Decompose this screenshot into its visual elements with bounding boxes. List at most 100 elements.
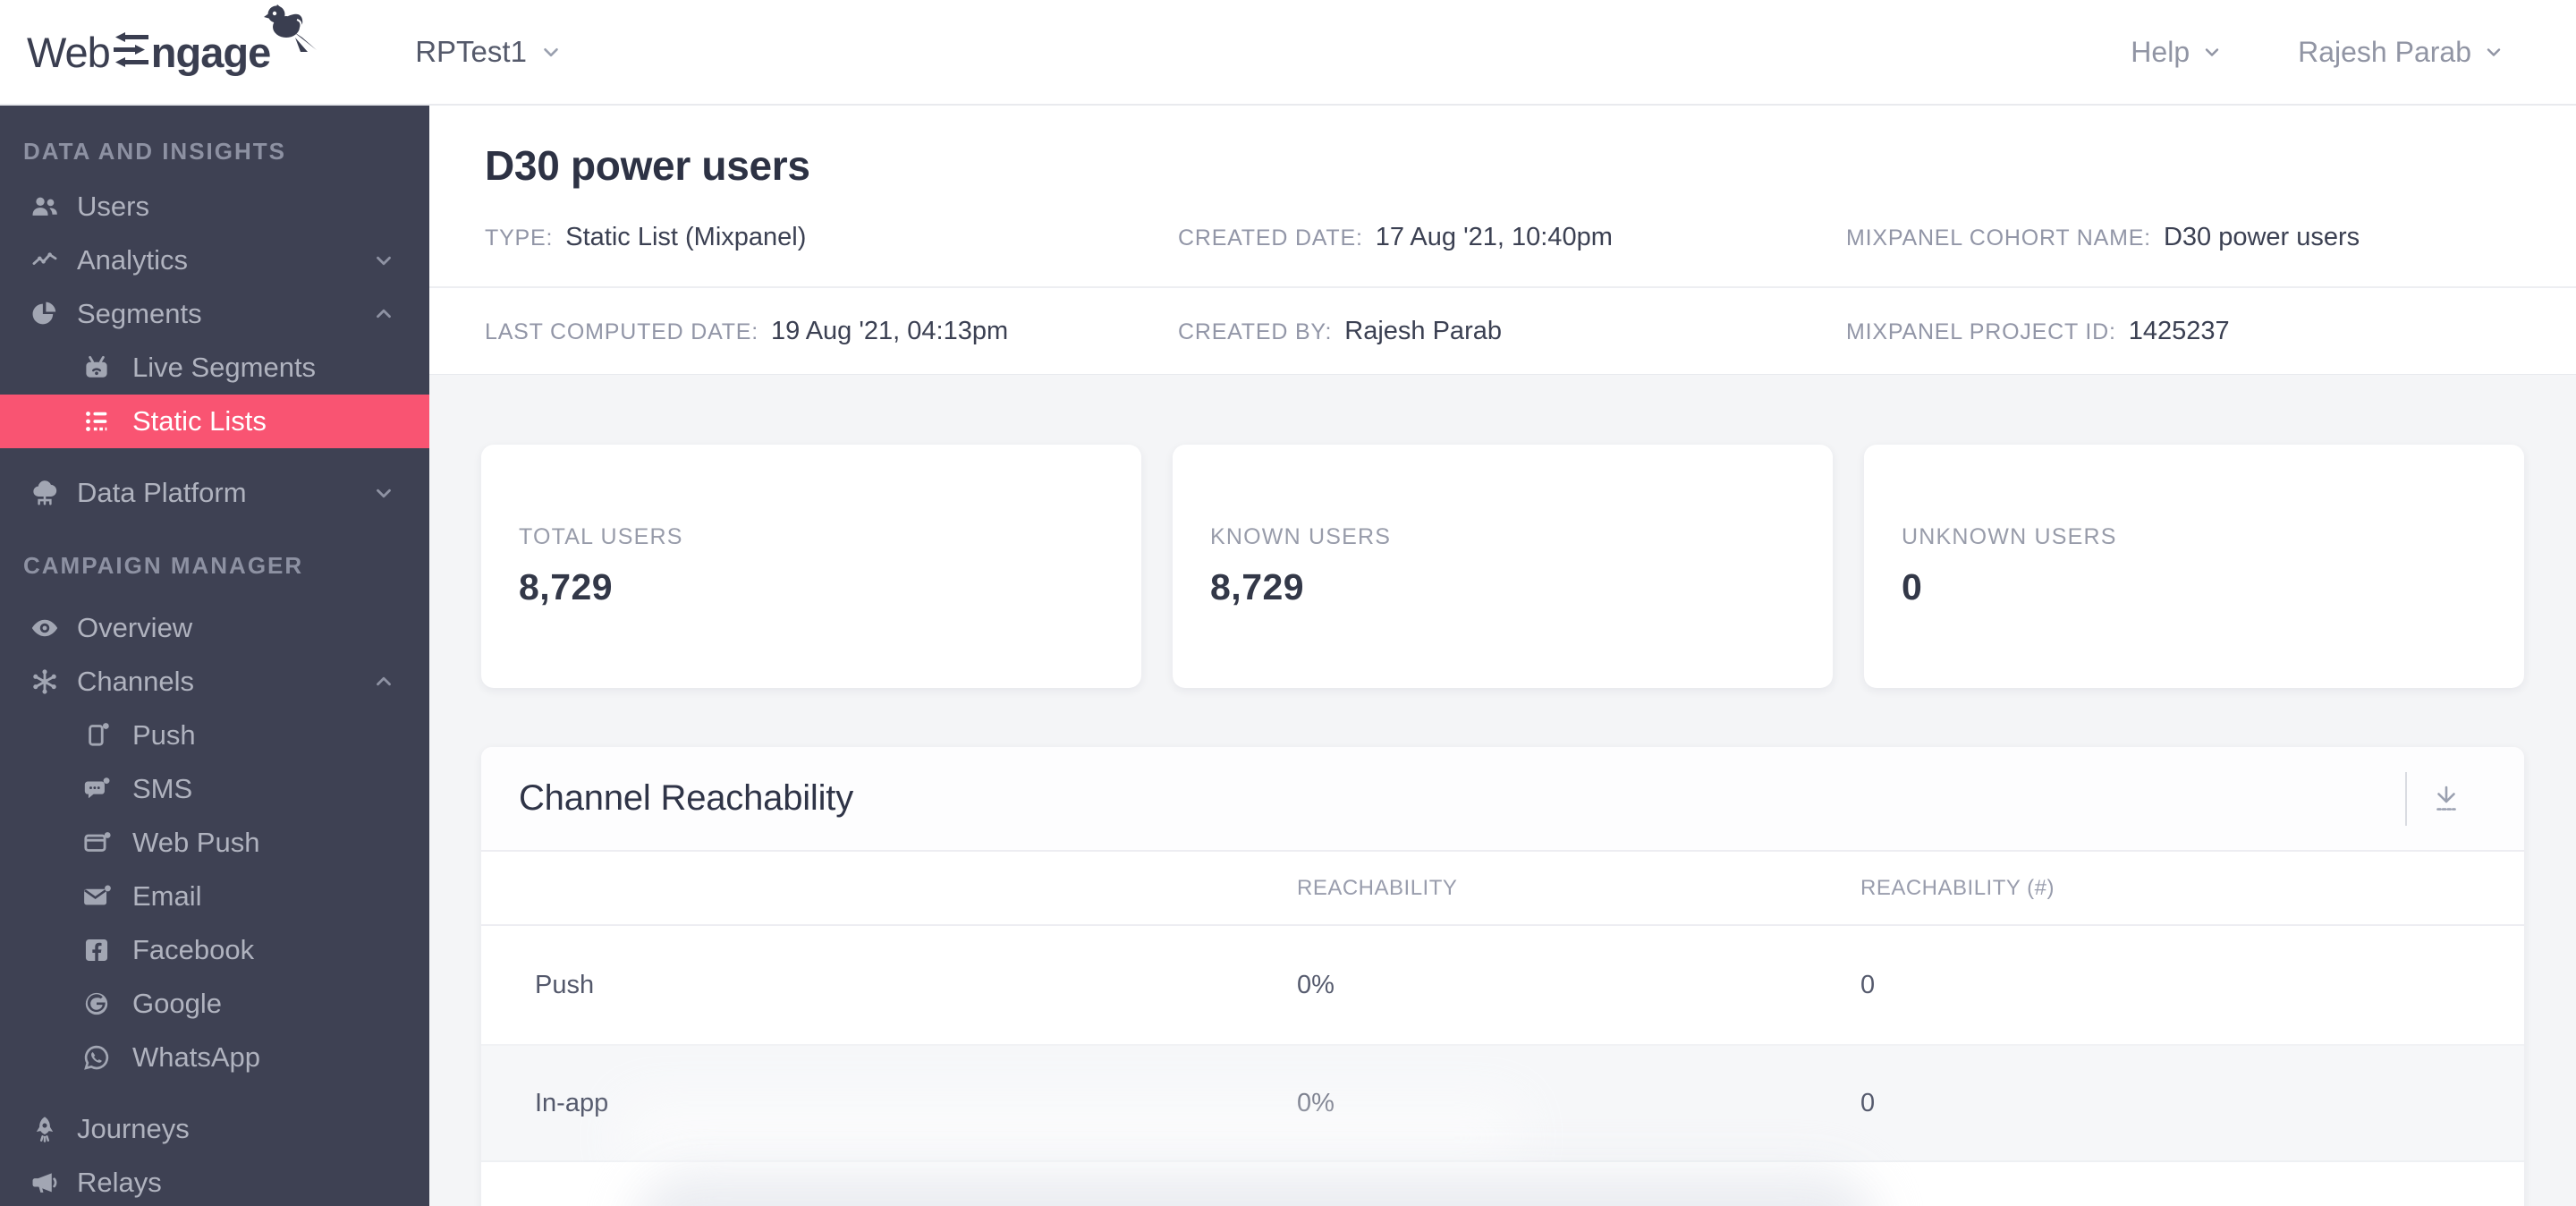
sidebar-item-label: SMS [132, 773, 193, 804]
sidebar-item-google[interactable]: Google [0, 977, 429, 1031]
sidebar-item-label: Static Lists [132, 405, 267, 437]
sidebar-item-label: Segments [77, 298, 202, 329]
chevron-down-icon [539, 40, 563, 64]
help-menu[interactable]: Help [2131, 36, 2223, 69]
stat-cards: TOTAL USERS 8,729 KNOWN USERS 8,729 UNKN… [481, 445, 2524, 688]
sidebar-item-relays[interactable]: Relays [0, 1156, 429, 1206]
meta-label: MIXPANEL PROJECT ID: [1846, 318, 2116, 344]
sidebar-item-label: Facebook [132, 934, 255, 965]
sidebar-item-users[interactable]: Users [0, 180, 429, 234]
sidebar-item-label: Email [132, 880, 202, 912]
logo-text-web: Web [27, 28, 111, 76]
sidebar-item-label: Data Platform [77, 477, 247, 508]
sidebar-item-web-push[interactable]: Web Push [0, 816, 429, 870]
facebook-icon [79, 932, 114, 968]
sidebar-item-live-segments[interactable]: Live Segments [0, 341, 429, 395]
user-name: Rajesh Parab [2298, 35, 2471, 68]
webengage-logo[interactable]: Web ngage [27, 0, 329, 104]
sidebar-item-email[interactable]: Email [0, 870, 429, 923]
sidebar-item-label: Overview [77, 612, 193, 643]
web-push-icon [79, 825, 114, 861]
logo-text-engage: ngage [150, 28, 271, 76]
meta-row-2: LAST COMPUTED DATE: 19 Aug '21, 04:13pm … [429, 286, 2576, 374]
page-header: D30 power users TYPE: Static List (Mixpa… [429, 106, 2576, 375]
divider [2405, 772, 2407, 826]
sms-icon [79, 771, 114, 807]
chevron-down-icon [372, 481, 395, 505]
sidebar-item-sms[interactable]: SMS [0, 762, 429, 816]
sidebar-item-data-platform[interactable]: Data Platform [0, 466, 429, 520]
sidebar-item-journeys[interactable]: Journeys [0, 1102, 429, 1156]
user-menu[interactable]: Rajesh Parab [2298, 36, 2504, 69]
sidebar-item-push[interactable]: Push [0, 709, 429, 762]
meta-label: MIXPANEL COHORT NAME: [1846, 225, 2151, 251]
meta-type: TYPE: Static List (Mixpanel) [485, 223, 1178, 252]
sidebar-item-label: WhatsApp [132, 1041, 261, 1073]
panel-header: Channel Reachability [481, 747, 2524, 852]
chevron-down-icon [2201, 41, 2223, 63]
main-content: D30 power users TYPE: Static List (Mixpa… [429, 106, 2576, 1206]
stat-card-known-users: KNOWN USERS 8,729 [1173, 445, 1833, 688]
sidebar-item-analytics[interactable]: Analytics [0, 234, 429, 287]
sidebar-item-label: Google [132, 988, 222, 1019]
sidebar-item-label: Channels [77, 666, 194, 697]
sidebar-item-label: Users [77, 191, 149, 222]
meta-mixpanel-project-id: MIXPANEL PROJECT ID: 1425237 [1846, 317, 2576, 346]
page-title: D30 power users [485, 142, 810, 189]
sidebar-section-data-insights: DATA AND INSIGHTS [23, 138, 286, 165]
analytics-icon [27, 242, 63, 278]
email-icon [79, 879, 114, 914]
meta-mixpanel-cohort-name: MIXPANEL COHORT NAME: D30 power users [1846, 223, 2576, 252]
chevron-down-icon [2483, 41, 2504, 63]
stat-label: TOTAL USERS [519, 524, 683, 549]
chevron-down-icon [372, 249, 395, 272]
table-row-push: Push 0% 0 [481, 926, 2524, 1044]
segments-icon [27, 296, 63, 332]
table-row-in-app: In-app 0% 0 [481, 1044, 2524, 1173]
meta-label: CREATED BY: [1178, 318, 1333, 344]
loading-shimmer [633, 1171, 1877, 1206]
panel-title: Channel Reachability [519, 778, 854, 818]
channel-name: Push [535, 970, 595, 999]
meta-value: D30 power users [2163, 222, 2360, 251]
sidebar-item-overview[interactable]: Overview [0, 601, 429, 655]
sidebar-item-facebook[interactable]: Facebook [0, 923, 429, 977]
sidebar-item-whatsapp[interactable]: WhatsApp [0, 1031, 429, 1084]
sidebar-item-label: Web Push [132, 827, 260, 858]
stat-value: 8,729 [1210, 566, 1305, 607]
sidebar-item-channels[interactable]: Channels [0, 655, 429, 709]
table-row-partial [481, 1162, 2524, 1206]
meta-label: TYPE: [485, 225, 554, 251]
download-icon[interactable] [2426, 778, 2467, 820]
chevron-up-icon [372, 302, 395, 326]
table-header-row: REACHABILITY REACHABILITY (#) [481, 852, 2524, 926]
reachability-count: 0 [1860, 970, 1876, 999]
sidebar-item-segments[interactable]: Segments [0, 287, 429, 341]
sidebar-item-label: Live Segments [132, 352, 317, 383]
stat-label: KNOWN USERS [1210, 524, 1392, 549]
meta-value: Rajesh Parab [1344, 316, 1502, 345]
reachability-value: 0% [1297, 970, 1335, 999]
sidebar-section-campaign-manager: CAMPAIGN MANAGER [23, 552, 304, 579]
meta-label: LAST COMPUTED DATE: [485, 318, 758, 344]
meta-label: CREATED DATE: [1178, 225, 1363, 251]
meta-value: Static List (Mixpanel) [565, 222, 807, 251]
topbar: Web ngage RPTest1 Help Rajesh Parab [0, 0, 2576, 106]
sidebar-item-label: Journeys [77, 1113, 190, 1144]
sidebar-item-label: Push [132, 719, 196, 751]
sidebar-item-label: Relays [77, 1167, 162, 1198]
webengage-bird-icon [261, 0, 320, 60]
live-segments-icon [79, 350, 114, 386]
engage-arrows-icon [113, 31, 148, 77]
whatsapp-icon [79, 1040, 114, 1075]
project-selector[interactable]: RPTest1 [415, 35, 563, 69]
stat-card-unknown-users: UNKNOWN USERS 0 [1864, 445, 2524, 688]
meta-row-1: TYPE: Static List (Mixpanel) CREATED DAT… [429, 188, 2576, 286]
help-label: Help [2131, 35, 2190, 68]
push-icon [79, 718, 114, 753]
meta-created-date: CREATED DATE: 17 Aug '21, 10:40pm [1178, 223, 1846, 252]
column-reachability-count: REACHABILITY (#) [1860, 875, 2055, 900]
overview-icon [27, 610, 63, 646]
sidebar-item-static-lists[interactable]: Static Lists [0, 395, 429, 448]
data-platform-icon [27, 475, 63, 511]
